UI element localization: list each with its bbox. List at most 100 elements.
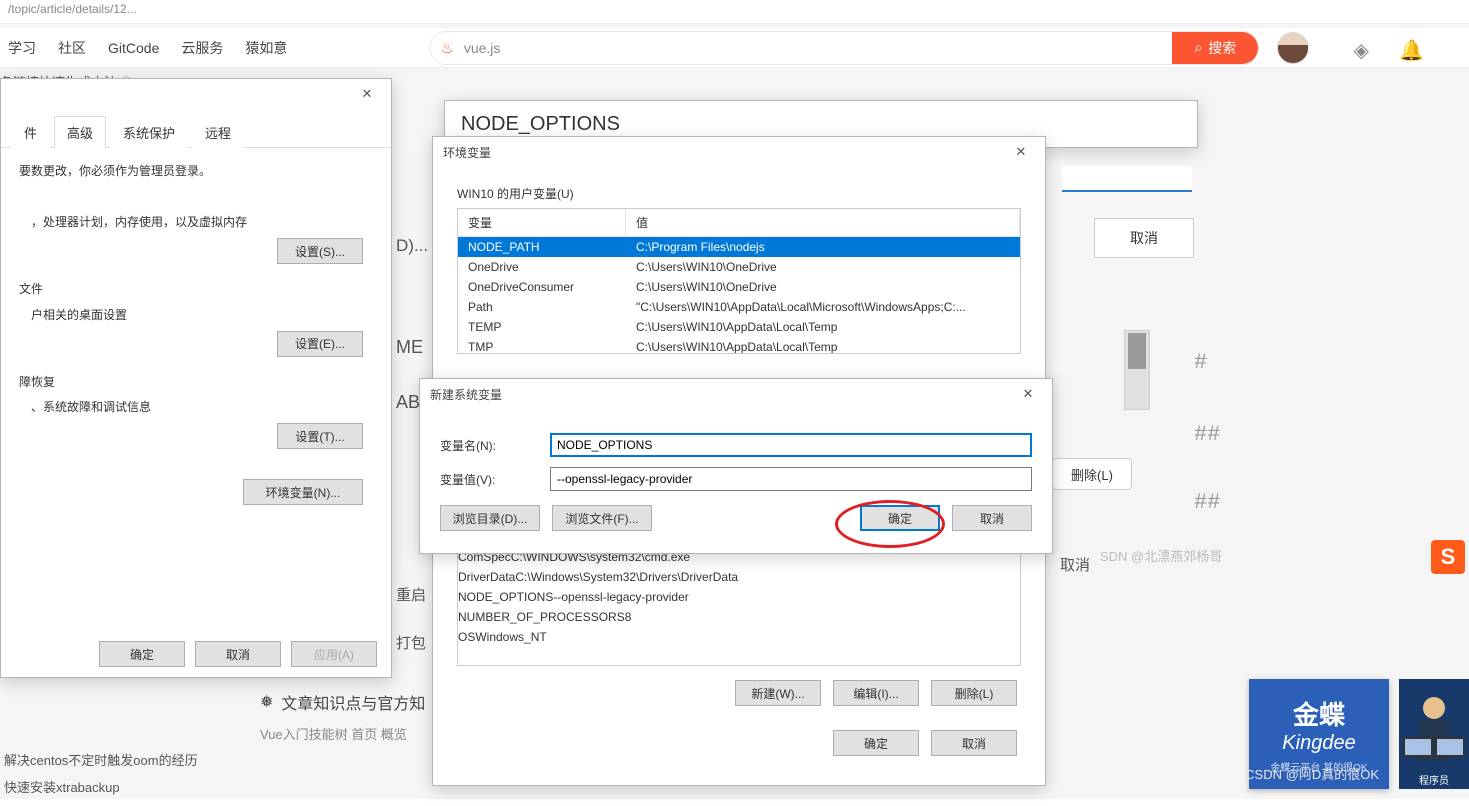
newvar-body: 变量名(N): 变量值(V): 浏览目录(D)... 浏览文件(F)... 确定…	[420, 409, 1052, 541]
nav-cloud[interactable]: 云服务	[181, 38, 223, 58]
delete-button[interactable]: 删除(L)	[931, 680, 1017, 706]
frag-pack: 打包	[396, 632, 426, 653]
profile-desc: 户相关的桌面设置	[31, 306, 373, 325]
avatar[interactable]	[1277, 32, 1309, 64]
sys-apply-button[interactable]: 应用(A)	[291, 641, 377, 667]
diamond-icon[interactable]: ◈	[1354, 38, 1369, 63]
sys-vars-actions: 新建(W)... 编辑(I)... 删除(L)	[461, 680, 1017, 706]
var-value-input[interactable]	[550, 467, 1032, 491]
table-row[interactable]: NUMBER_OF_PROCESSORS8	[458, 607, 1020, 627]
tab-advanced[interactable]: 高级	[54, 116, 106, 148]
env-close-icon[interactable]: ✕	[1007, 141, 1035, 163]
top-input-label: NODE_OPTIONS	[461, 113, 620, 136]
newvar-titlebar: 新建系统变量 ✕	[420, 379, 1052, 409]
newvar-cancel-button[interactable]: 取消	[952, 505, 1032, 531]
edit-button[interactable]: 编辑(I)...	[833, 680, 919, 706]
env-ok-button[interactable]: 确定	[833, 730, 919, 756]
sys-cancel-button[interactable]: 取消	[195, 641, 281, 667]
bg-delete-button[interactable]: 删除(L)	[1052, 458, 1132, 490]
table-row[interactable]: DriverDataC:\Windows\System32\Drivers\Dr…	[458, 567, 1020, 587]
nav-yuanruyi[interactable]: 猿如意	[245, 38, 287, 58]
table-row[interactable]: OSWindows_NT	[458, 627, 1020, 647]
ad-cn: 金蝶	[1293, 695, 1345, 732]
top-nav: 学习 社区 GitCode 云服务 猿如意 ♨ ⌕ 搜索	[0, 28, 1469, 68]
var-value-label: 变量值(V):	[440, 471, 530, 488]
breadcrumb[interactable]: Vue入门技能树 首页 概览	[260, 724, 407, 743]
article-link-oom[interactable]: 解决centos不定时触发oom的经历	[0, 746, 230, 773]
tab-remote[interactable]: 远程	[192, 116, 244, 148]
nav-study[interactable]: 学习	[8, 38, 36, 58]
newvar-title: 新建系统变量	[430, 386, 502, 403]
newvar-close-icon[interactable]: ✕	[1014, 383, 1042, 405]
search-input[interactable]	[464, 40, 1173, 56]
new-button[interactable]: 新建(W)...	[735, 680, 821, 706]
bell-icon[interactable]: 🔔	[1399, 38, 1424, 63]
ad-programmer[interactable]: 程序员	[1399, 679, 1469, 789]
sys-tabs: 件 高级 系统保护 远程	[1, 109, 391, 148]
frag-d: D)...	[396, 236, 428, 256]
settings-s-button[interactable]: 设置(S)...	[277, 238, 363, 264]
watermark-1: SDN @北漂燕郊杨哥	[1100, 546, 1222, 565]
sidebar-articles: 解决centos不定时触发oom的经历 快速安装xtrabackup	[0, 740, 230, 806]
article-knowledge-title: ❅ 文章知识点与官方知	[260, 690, 425, 714]
search-icon: ⌕	[1194, 39, 1202, 56]
search-box: ♨ ⌕ 搜索	[429, 31, 1259, 65]
bg-input-frag	[1062, 166, 1192, 192]
col-val: 值	[626, 209, 1020, 236]
recover-title: 障恢复	[19, 373, 373, 392]
env-title: 环境变量	[443, 144, 491, 161]
settings-e-button[interactable]: 设置(E)...	[277, 331, 363, 357]
article-link-xtrabackup[interactable]: 快速安装xtrabackup	[0, 773, 230, 800]
frag-me: ME	[396, 337, 423, 358]
browse-dir-button[interactable]: 浏览目录(D)...	[440, 505, 540, 531]
user-vars-table[interactable]: 变量 值 NODE_PATHC:\Program Files\nodejs On…	[457, 208, 1021, 354]
browse-file-button[interactable]: 浏览文件(F)...	[552, 505, 652, 531]
bg-cancel-frag: 取消	[1060, 554, 1090, 575]
recover-desc: 、系统故障和调试信息	[31, 398, 373, 417]
sys-ok-button[interactable]: 确定	[99, 641, 185, 667]
table-row[interactable]: NODE_PATHC:\Program Files\nodejs	[458, 237, 1020, 257]
search-button-label: 搜索	[1208, 38, 1236, 58]
sogou-ime-icon[interactable]: S	[1431, 540, 1465, 574]
tab-protection[interactable]: 系统保护	[110, 116, 188, 148]
table-row[interactable]: OneDriveC:\Users\WIN10\OneDrive	[458, 257, 1020, 277]
watermark-2: CSDN @阿D真的很OK	[1245, 764, 1379, 783]
nav-community[interactable]: 社区	[58, 38, 86, 58]
bg-cancel-button[interactable]: 取消	[1094, 218, 1194, 258]
scrollbar-frag	[1124, 330, 1150, 410]
sys-footer: 确定 取消 应用(A)	[99, 641, 377, 667]
perf-desc: ，处理器计划，内存使用，以及虚拟内存	[31, 213, 373, 232]
ad-en: Kingdee	[1282, 732, 1355, 755]
newvar-ok-button[interactable]: 确定	[860, 505, 940, 531]
env-vars-button[interactable]: 环境变量(N)...	[243, 479, 363, 505]
var-name-input[interactable]	[550, 433, 1032, 457]
env-cancel-button[interactable]: 取消	[931, 730, 1017, 756]
hash-frag-3: ##	[1194, 490, 1220, 515]
frag-restart: 重启	[396, 584, 426, 605]
admin-note: 要数更改，你必须作为管理员登录。	[19, 162, 373, 181]
system-properties-dialog: ✕ 件 高级 系统保护 远程 要数更改，你必须作为管理员登录。 ，处理器计划，内…	[0, 78, 392, 678]
table-row[interactable]: TMPC:\Users\WIN10\AppData\Local\Temp	[458, 337, 1020, 354]
sys-body: 要数更改，你必须作为管理员登录。 ，处理器计划，内存使用，以及虚拟内存 设置(S…	[1, 148, 391, 535]
profile-title: 文件	[19, 280, 373, 299]
sys-vars-table[interactable]: ComSpecC:\WINDOWS\system32\cmd.exe Drive…	[457, 546, 1021, 666]
user-vars-label: WIN10 的用户变量(U)	[457, 185, 1021, 202]
table-row[interactable]: OneDriveConsumerC:\Users\WIN10\OneDrive	[458, 277, 1020, 297]
url-bar: /topic/article/details/12...	[0, 0, 1469, 24]
settings-t-button[interactable]: 设置(T)...	[277, 423, 363, 449]
nav-gitcode[interactable]: GitCode	[108, 40, 159, 56]
env-footer: 确定 取消	[461, 730, 1017, 756]
table-row[interactable]: NODE_OPTIONS--openssl-legacy-provider	[458, 587, 1020, 607]
var-name-label: 变量名(N):	[440, 437, 530, 454]
env-titlebar: 环境变量 ✕	[433, 137, 1045, 167]
table-row[interactable]: TEMPC:\Users\WIN10\AppData\Local\Temp	[458, 317, 1020, 337]
hash-frag-1: #	[1194, 350, 1207, 375]
sys-titlebar: ✕	[1, 79, 391, 109]
new-var-dialog: 新建系统变量 ✕ 变量名(N): 变量值(V): 浏览目录(D)... 浏览文件…	[419, 378, 1053, 554]
close-icon[interactable]: ✕	[353, 83, 381, 105]
table-row[interactable]: Path"C:\Users\WIN10\AppData\Local\Micros…	[458, 297, 1020, 317]
search-button[interactable]: ⌕ 搜索	[1172, 32, 1258, 64]
tab-hardware[interactable]: 件	[11, 116, 50, 148]
ad-programmer-label: 程序员	[1419, 772, 1449, 787]
fire-icon: ♨	[440, 39, 453, 57]
